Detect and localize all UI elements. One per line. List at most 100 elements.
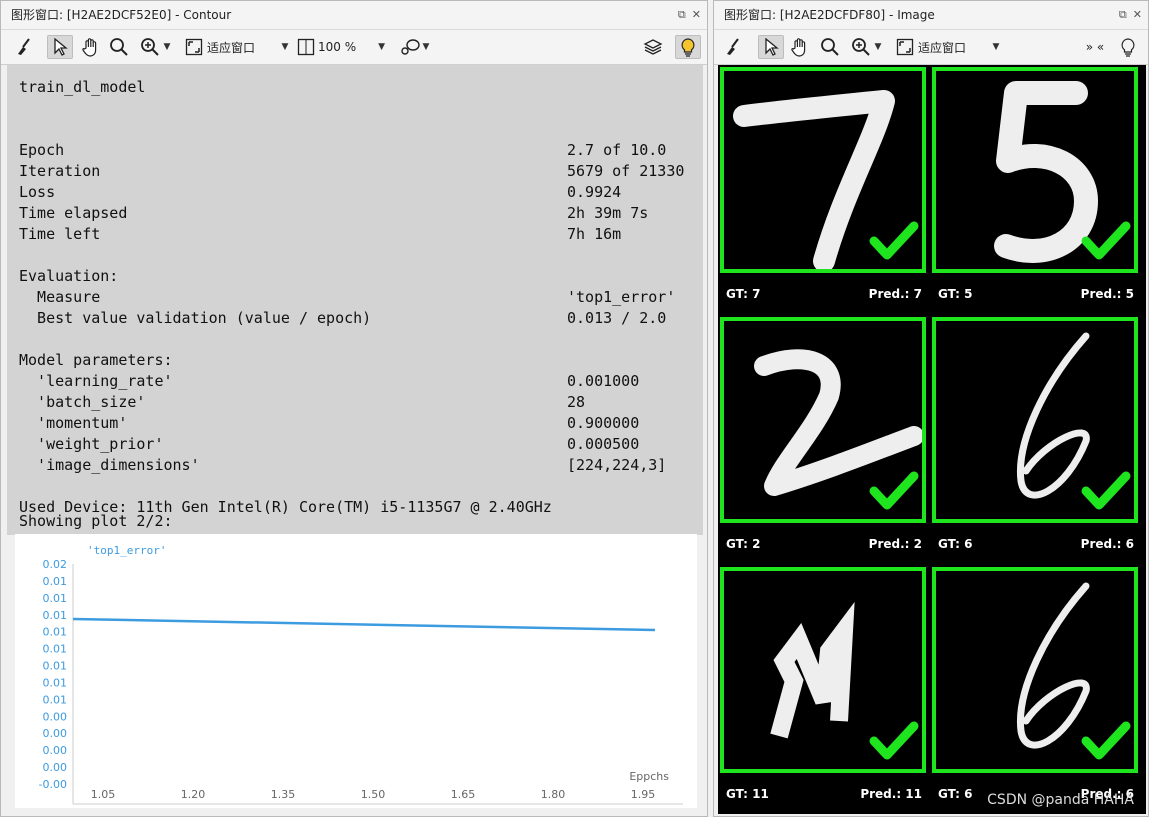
digit-image: [932, 67, 1138, 273]
pointer-tool-icon[interactable]: [47, 35, 73, 59]
info-label: 'learning_rate': [19, 372, 173, 390]
x-tick-label: 1.65: [451, 788, 476, 801]
error-plot: 0.02 0.01 0.01 0.01 0.01 0.01 0.01 0.01 0.01 0.00…: [15, 534, 697, 808]
check-icon: [869, 221, 919, 260]
toolbar: ▼ 适应窗口 ▼ » «: [714, 29, 1148, 65]
zoom-in-icon[interactable]: ▼: [135, 35, 175, 59]
gt-label: GT: 6: [938, 787, 973, 801]
check-icon: [1081, 221, 1131, 260]
window-titlebar: 图形窗口: [H2AE2DCFDF80] - Image ⧉ ✕: [714, 1, 1148, 29]
gt-label: GT: 2: [726, 537, 761, 551]
clear-brush-icon[interactable]: [13, 35, 37, 59]
info-label: 'image_dimensions': [19, 456, 200, 474]
close-icon[interactable]: ✕: [692, 8, 701, 21]
info-label: 'batch_size': [19, 393, 146, 411]
layers-icon[interactable]: [641, 35, 665, 59]
pan-hand-icon[interactable]: [788, 35, 812, 59]
magnifier-icon[interactable]: [818, 35, 842, 59]
result-cell: GT: 5 Pred.: 5: [930, 65, 1140, 313]
check-icon: [869, 721, 919, 760]
close-icon[interactable]: ✕: [1133, 8, 1142, 21]
digit-image: [720, 567, 926, 773]
zoom-in-icon[interactable]: ▼: [846, 35, 886, 59]
restore-icon[interactable]: ⧉: [678, 8, 686, 21]
y-tick-label: 0.01: [43, 626, 68, 639]
clear-brush-icon[interactable]: [722, 35, 746, 59]
y-tick-label: 0.01: [43, 592, 68, 605]
legend-label: 'top1_error': [87, 544, 166, 557]
gt-label: GT: 7: [726, 287, 761, 301]
fit-window-button[interactable]: 适应窗口: [896, 35, 976, 59]
fit-window-label: 适应窗口: [207, 40, 256, 55]
x-axis-label: Eppchs: [629, 770, 669, 783]
window-title: 图形窗口: [H2AE2DCF52E0] - Contour: [11, 8, 232, 22]
info-value: 2h 39m 7s: [567, 204, 649, 222]
y-tick-label: 0.01: [43, 676, 68, 689]
y-tick-label: -0.00: [39, 778, 67, 791]
gt-label: GT: 6: [938, 537, 973, 551]
info-label: Evaluation:: [19, 267, 119, 285]
check-icon: [1081, 471, 1131, 510]
fit-window-button[interactable]: 适应窗口: [185, 35, 265, 59]
info-value: 0.9924: [567, 183, 622, 201]
x-tick-label: 1.50: [361, 788, 386, 801]
info-value: 28: [567, 393, 586, 411]
pan-hand-icon[interactable]: [79, 35, 103, 59]
window-titlebar: 图形窗口: [H2AE2DCF52E0] - Contour ⧉ ✕: [1, 1, 707, 29]
check-icon: [869, 471, 919, 510]
info-label: Epoch: [19, 141, 65, 159]
fit-dropdown-icon[interactable]: ▼: [279, 35, 291, 59]
lightbulb-icon[interactable]: [1116, 35, 1140, 59]
toolbar: ▼ 适应窗口 ▼ 100 % ▼ ▼: [1, 29, 707, 65]
nav-label: » «: [1085, 40, 1105, 54]
y-tick-label: 0.00: [43, 761, 68, 774]
zoom-select[interactable]: 100 % ▼: [297, 35, 387, 59]
magnifier-icon[interactable]: [107, 35, 131, 59]
fit-window-label: 适应窗口: [918, 40, 967, 55]
pointer-tool-icon[interactable]: [758, 35, 784, 59]
y-tick-label: 0.01: [43, 693, 68, 706]
info-label: Measure: [19, 288, 101, 306]
x-tick-label: 1.20: [181, 788, 206, 801]
x-tick-label: 1.80: [541, 788, 566, 801]
expand-collapse-toggle[interactable]: » «: [1080, 35, 1110, 59]
y-tick-label: 0.01: [43, 643, 68, 656]
result-cell: GT: 6 Pred.: 6: [930, 565, 1140, 813]
zoom-value: 100 %: [318, 40, 357, 54]
check-icon: [1081, 721, 1131, 760]
fit-dropdown-icon[interactable]: ▼: [990, 35, 1002, 59]
info-label: Time left: [19, 225, 101, 243]
x-tick-label: 1.05: [91, 788, 116, 801]
lightbulb-icon[interactable]: [675, 35, 701, 59]
digit-image: [720, 67, 926, 273]
info-label: Loss: [19, 183, 56, 201]
series-line: [72, 617, 656, 632]
y-tick-label: 0.00: [43, 744, 68, 757]
draw-region-icon[interactable]: ▼: [395, 35, 433, 59]
pred-label: Pred.: 5: [1080, 287, 1134, 301]
pred-label: Pred.: 7: [868, 287, 922, 301]
contour-window: 图形窗口: [H2AE2DCF52E0] - Contour ⧉ ✕ ▼ 适应窗口…: [0, 0, 708, 817]
info-label: Iteration: [19, 162, 101, 180]
watermark: CSDN @panda HAHA: [987, 792, 1134, 808]
info-label: Model parameters:: [19, 351, 173, 369]
result-cell: GT: 6 Pred.: 6: [930, 315, 1140, 563]
plot-canvas: 0.02 0.01 0.01 0.01 0.01 0.01 0.01 0.01 0.01 0.00…: [39, 544, 683, 805]
gt-label: GT: 5: [938, 287, 973, 301]
restore-icon[interactable]: ⧉: [1119, 8, 1127, 21]
info-value: 0.000500: [567, 435, 640, 453]
gt-label: GT: 11: [726, 787, 769, 801]
result-cell: GT: 11 Pred.: 11: [718, 565, 928, 813]
image-gallery: GT: 7 Pred.: 7 GT: 5 Pred.: 5 GT: 2 Pred.: 2 G…: [718, 65, 1146, 814]
info-value: 7h 16m: [567, 225, 622, 243]
y-tick-label: 0.02: [43, 558, 68, 571]
info-label: 'momentum': [19, 414, 128, 432]
image-window: 图形窗口: [H2AE2DCFDF80] - Image ⧉ ✕ ▼ 适应窗口 ▼…: [713, 0, 1149, 817]
y-tick-label: 0.01: [43, 609, 68, 622]
pred-label: Pred.: 2: [868, 537, 922, 551]
info-value: 0.001000: [567, 372, 640, 390]
info-label: Time elapsed: [19, 204, 128, 222]
pred-label: Pred.: 6: [1080, 537, 1134, 551]
info-value: 2.7 of 10.0: [567, 141, 667, 159]
result-cell: GT: 7 Pred.: 7: [718, 65, 928, 313]
